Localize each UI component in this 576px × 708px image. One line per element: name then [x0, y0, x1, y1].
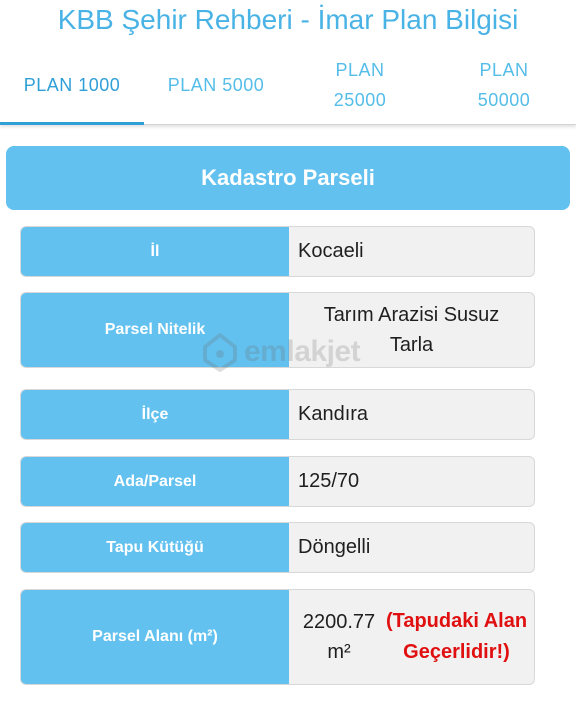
row-parsel-alani: Parsel Alanı (m²) 2200.77 m² (Tapudaki A…: [20, 589, 535, 685]
tab-plan-5000[interactable]: PLAN 5000: [144, 46, 288, 124]
tab-label: 25000: [333, 90, 387, 110]
tab-plan-1000[interactable]: PLAN 1000: [0, 46, 144, 124]
row-value: Kandıra: [298, 403, 369, 425]
row-value: 2200.77 m² (Tapudaki Alan Geçerlidir!): [289, 590, 534, 684]
row-label: Tapu Kütüğü: [21, 523, 289, 572]
plan-tab-bar: PLAN 1000 PLAN 5000 PLAN 25000 PLAN 5000…: [0, 46, 576, 125]
row-label: İl: [21, 227, 289, 276]
row-value: Döngelli: [298, 536, 371, 558]
row-value: 125/70: [298, 470, 360, 492]
tab-label: PLAN 5000: [167, 75, 265, 95]
watermark: emlakjet: [202, 330, 361, 374]
parsel-area-value: 2200.77 m²: [302, 611, 376, 663]
row-value: Kocaeli: [298, 240, 364, 262]
active-tab-indicator: [0, 122, 144, 125]
tab-label: PLAN: [479, 60, 529, 80]
section-title: Kadastro Parseli: [6, 146, 570, 210]
tab-label: PLAN: [335, 60, 385, 80]
row-tapu-kutugu: Tapu Kütüğü Döngelli: [20, 522, 535, 573]
tab-label: 50000: [477, 90, 531, 110]
row-label: Ada/Parsel: [21, 457, 289, 506]
row-label: İlçe: [21, 390, 289, 439]
row-ilce: İlçe Kandıra: [20, 389, 535, 440]
watermark-text: emlakjet: [244, 335, 361, 368]
tab-plan-50000[interactable]: PLAN 50000: [432, 46, 576, 124]
tab-plan-25000[interactable]: PLAN 25000: [288, 46, 432, 124]
tapu-warning-note: (Tapudaki Alan Geçerlidir!): [385, 610, 528, 663]
house-pin-icon: [203, 333, 237, 372]
app-title: KBB Şehir Rehberi - İmar Plan Bilgisi: [57, 4, 519, 35]
row-ada-parsel: Ada/Parsel 125/70: [20, 456, 535, 507]
row-label: Parsel Alanı (m²): [21, 590, 289, 684]
tab-label: PLAN 1000: [23, 75, 121, 95]
row-il: İl Kocaeli: [20, 226, 535, 277]
